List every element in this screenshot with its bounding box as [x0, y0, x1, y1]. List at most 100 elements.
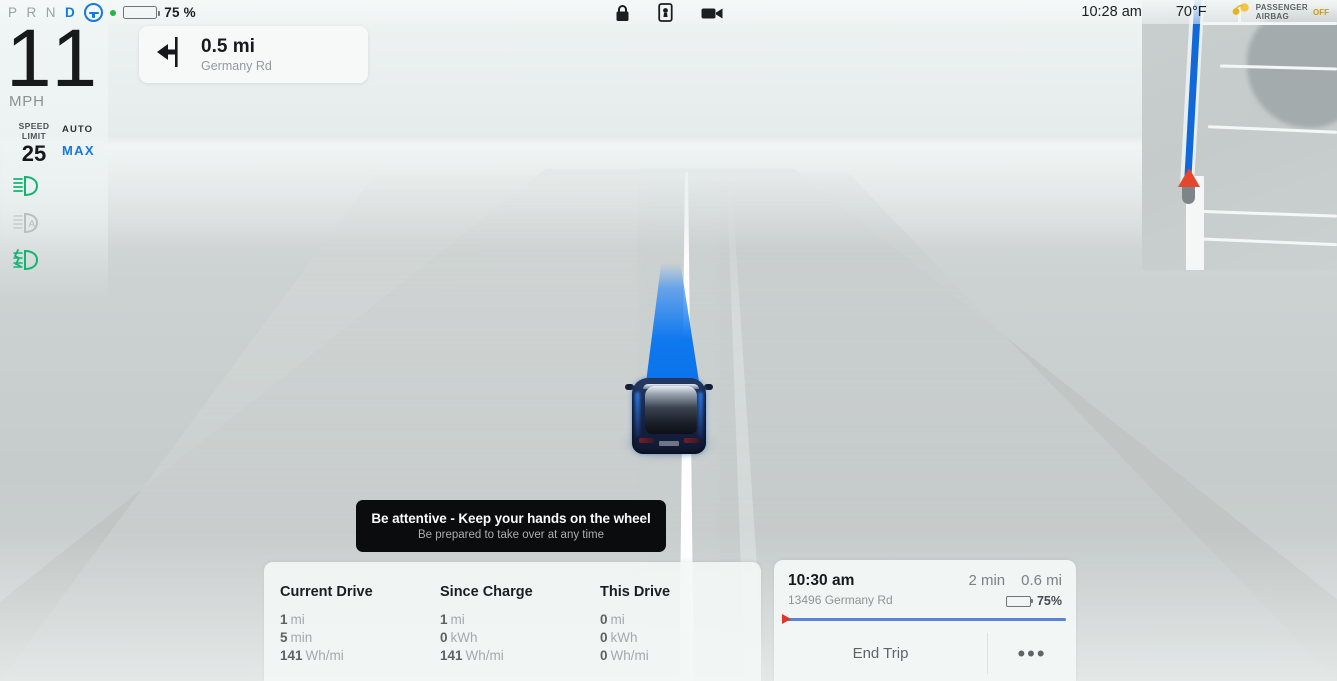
stat-unit: kWh	[450, 630, 478, 645]
stat-row: 1 mi	[440, 611, 600, 629]
status-bar: P R N D 75 % 10:28 am 70°F PASSENGER AIR…	[0, 0, 1337, 24]
stat-row: 0 Wh/mi	[600, 647, 760, 665]
arrival-battery-icon	[1005, 595, 1034, 607]
auto-high-beam-icon: A	[12, 212, 42, 249]
stat-unit: Wh/mi	[305, 648, 344, 663]
trip-more-options-button[interactable]: •••	[988, 625, 1076, 681]
trip-distance: 0.6 mi	[1021, 572, 1062, 589]
outside-temperature: 70°F	[1175, 4, 1207, 20]
low-beam-headlight-icon	[12, 175, 42, 212]
nav-text-block: 0.5 mi Germany Rd	[201, 36, 272, 74]
phone-key-icon[interactable]	[657, 3, 673, 27]
vehicle-position-marker	[1178, 168, 1200, 187]
nav-street-name: Germany Rd	[201, 58, 272, 73]
airbag-line1: PASSENGER	[1255, 2, 1308, 12]
trip-actions: End Trip •••	[774, 625, 1076, 681]
gear-n[interactable]: N	[46, 5, 58, 20]
autopilot-warning-title: Be attentive - Keep your hands on the wh…	[371, 511, 651, 526]
turn-left-icon	[155, 35, 185, 74]
stat-column-title: Current Drive	[280, 584, 373, 600]
stat-unit: mi	[290, 612, 305, 627]
airbag-text-block: PASSENGER AIRBAG	[1256, 3, 1308, 22]
trip-metrics: 2 min 0.6 mi	[968, 572, 1062, 589]
stat-column-since-charge[interactable]: Since Charge 1 mi 0 kWh 141 Wh/mi	[440, 584, 600, 681]
stat-row: 5 min	[280, 629, 440, 647]
taillight-left	[638, 438, 654, 443]
center-status-icons	[615, 3, 723, 27]
nav-distance: 0.5 mi	[201, 35, 255, 57]
stat-unit: Wh/mi	[610, 648, 649, 663]
airbag-icon	[1231, 2, 1251, 23]
speed-limit-sign[interactable]: SPEED LIMIT 25	[9, 121, 59, 166]
stat-value: 0	[600, 630, 608, 645]
navigation-maneuver-card[interactable]: 0.5 mi Germany Rd	[139, 26, 368, 83]
auto-label: AUTO	[62, 124, 94, 135]
trip-summary: 10:30 am 13496 Germany Rd 2 min 0.6 mi 7…	[774, 560, 1076, 612]
stat-unit: min	[290, 630, 313, 645]
right-status-group: 10:28 am 70°F PASSENGER AIRBAG OFF	[1065, 0, 1337, 24]
stat-value: 0	[600, 612, 608, 627]
vehicle-body	[631, 378, 706, 454]
stat-unit: mi	[450, 612, 465, 627]
dashcam-icon[interactable]	[701, 6, 723, 25]
trip-stats-panel[interactable]: Current Drive 1 mi 5 min 141 Wh/mi Since Ch…	[264, 562, 761, 681]
speed-unit-label: MPH	[9, 93, 45, 110]
stat-column-title: Since Charge	[440, 584, 533, 600]
stat-value: 1	[280, 612, 288, 627]
stat-value: 141	[280, 648, 303, 663]
stat-row: 141 Wh/mi	[440, 647, 600, 665]
gear-r[interactable]: R	[27, 5, 39, 20]
recording-dot-icon	[110, 9, 117, 16]
gear-selector[interactable]: P R N D 75 %	[8, 3, 196, 22]
stat-value: 5	[280, 630, 288, 645]
lock-icon[interactable]	[615, 4, 630, 27]
stat-row: 1 mi	[280, 611, 440, 629]
speed-limit-value: 25	[21, 141, 47, 166]
active-trip-panel[interactable]: 10:30 am 13496 Germany Rd 2 min 0.6 mi 7…	[774, 560, 1076, 681]
gear-d[interactable]: D	[65, 5, 77, 20]
arrival-battery: 75%	[968, 594, 1062, 608]
clock: 10:28 am	[1081, 4, 1142, 20]
light-indicators: A	[12, 175, 42, 286]
stat-column-current-drive[interactable]: Current Drive 1 mi 5 min 141 Wh/mi	[280, 584, 440, 681]
auto-wiper-mode[interactable]: AUTO MAX	[62, 124, 118, 158]
vehicle-highlight-right	[697, 392, 703, 438]
map-road	[1185, 209, 1337, 218]
stat-row: 0 kWh	[440, 629, 600, 647]
speed-value: 11	[6, 13, 104, 104]
stat-value: 0	[600, 648, 608, 663]
stat-column-this-drive[interactable]: This Drive 0 mi 0 kWh 0 Wh/mi	[600, 584, 760, 681]
stat-unit: Wh/mi	[465, 648, 504, 663]
stat-row: 141 Wh/mi	[280, 647, 440, 665]
auto-mode-value: MAX	[62, 143, 95, 158]
cluster-sidebar: 11 MPH SPEED LIMIT 25 AUTO MAX A	[0, 0, 108, 300]
end-trip-button[interactable]: End Trip	[774, 625, 987, 681]
autopilot-warning-subtitle: Be prepared to take over at any time	[417, 529, 605, 541]
battery-icon	[123, 6, 161, 19]
vehicle-rear-glass	[644, 386, 697, 434]
gear-p[interactable]: P	[8, 5, 20, 20]
stat-row: 0 mi	[600, 611, 760, 629]
stat-value: 0	[440, 630, 448, 645]
stat-value: 141	[440, 648, 463, 663]
steering-wheel-icon[interactable]	[84, 3, 104, 22]
mini-map[interactable]	[1142, 0, 1337, 270]
trip-progress-bar	[784, 618, 1066, 621]
ego-vehicle	[617, 372, 720, 462]
stat-unit: mi	[610, 612, 625, 627]
trip-duration: 2 min	[968, 572, 1006, 589]
trip-progress	[774, 614, 1076, 624]
stat-column-title: This Drive	[600, 584, 671, 600]
stat-value: 1	[440, 612, 448, 627]
vehicle-highlight-left	[634, 392, 640, 438]
vehicle-marker-tail	[1182, 184, 1195, 204]
arrival-battery-percent: 75%	[1036, 594, 1062, 608]
autopilot-warning-banner: Be attentive - Keep your hands on the wh…	[356, 500, 666, 552]
stat-row: 0 kWh	[600, 629, 760, 647]
taillight-right	[683, 438, 699, 443]
speed-limit-label-line2: LIMIT	[21, 130, 47, 141]
trip-progress-marker-icon	[782, 614, 791, 624]
airbag-line2: AIRBAG	[1255, 12, 1290, 21]
map-road	[1186, 236, 1337, 247]
stat-unit: kWh	[610, 630, 638, 645]
